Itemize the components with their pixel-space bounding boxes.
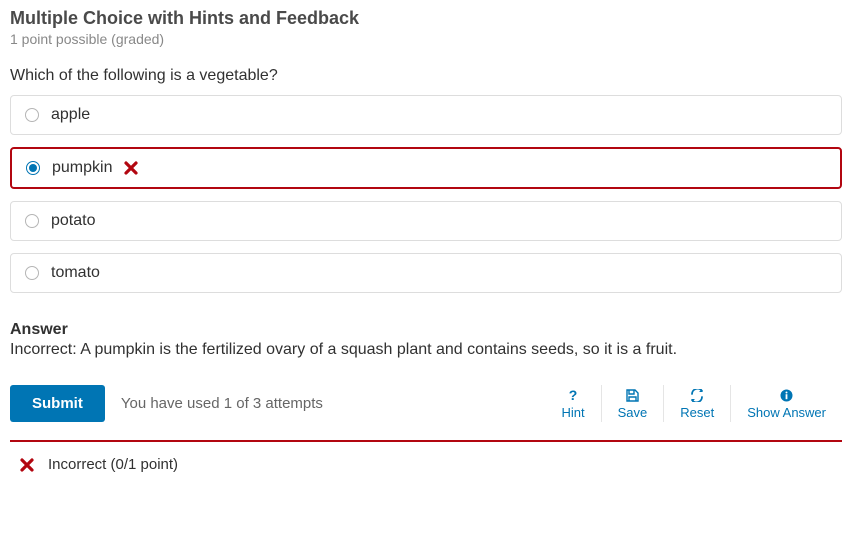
answer-label: Answer [10, 321, 842, 339]
svg-text:?: ? [569, 388, 578, 402]
choice-potato[interactable]: potato [10, 201, 842, 241]
choice-label: potato [51, 212, 95, 230]
save-icon [626, 387, 639, 403]
save-button[interactable]: Save [601, 385, 664, 422]
result-text: Incorrect (0/1 point) [48, 456, 178, 473]
reset-label: Reset [680, 405, 714, 420]
show-answer-button[interactable]: Show Answer [730, 385, 842, 422]
choice-label: tomato [51, 264, 100, 282]
choice-pumpkin[interactable]: pumpkin [10, 147, 842, 189]
question-prompt: Which of the following is a vegetable? [10, 67, 842, 85]
refresh-icon [690, 387, 704, 403]
submit-button[interactable]: Submit [10, 385, 105, 422]
reset-button[interactable]: Reset [663, 385, 730, 422]
incorrect-x-icon [20, 458, 34, 472]
problem-title: Multiple Choice with Hints and Feedback [10, 8, 842, 29]
radio-icon [25, 108, 39, 122]
problem-subtitle: 1 point possible (graded) [10, 31, 842, 47]
answer-feedback: Incorrect: A pumpkin is the fertilized o… [10, 341, 842, 359]
radio-icon [25, 214, 39, 228]
result-row: Incorrect (0/1 point) [10, 442, 842, 479]
attempts-text: You have used 1 of 3 attempts [121, 395, 323, 412]
hint-label: Hint [562, 405, 585, 420]
info-icon [780, 387, 793, 403]
choice-apple[interactable]: apple [10, 95, 842, 135]
choice-label: apple [51, 106, 90, 124]
choice-label: pumpkin [52, 159, 112, 177]
radio-icon [25, 266, 39, 280]
incorrect-x-icon [124, 161, 138, 175]
show-answer-label: Show Answer [747, 405, 826, 420]
question-icon: ? [567, 387, 579, 403]
save-label: Save [618, 405, 648, 420]
radio-icon [26, 161, 40, 175]
action-row: Submit You have used 1 of 3 attempts ? H… [10, 385, 842, 422]
choice-tomato[interactable]: tomato [10, 253, 842, 293]
hint-button[interactable]: ? Hint [546, 385, 601, 422]
